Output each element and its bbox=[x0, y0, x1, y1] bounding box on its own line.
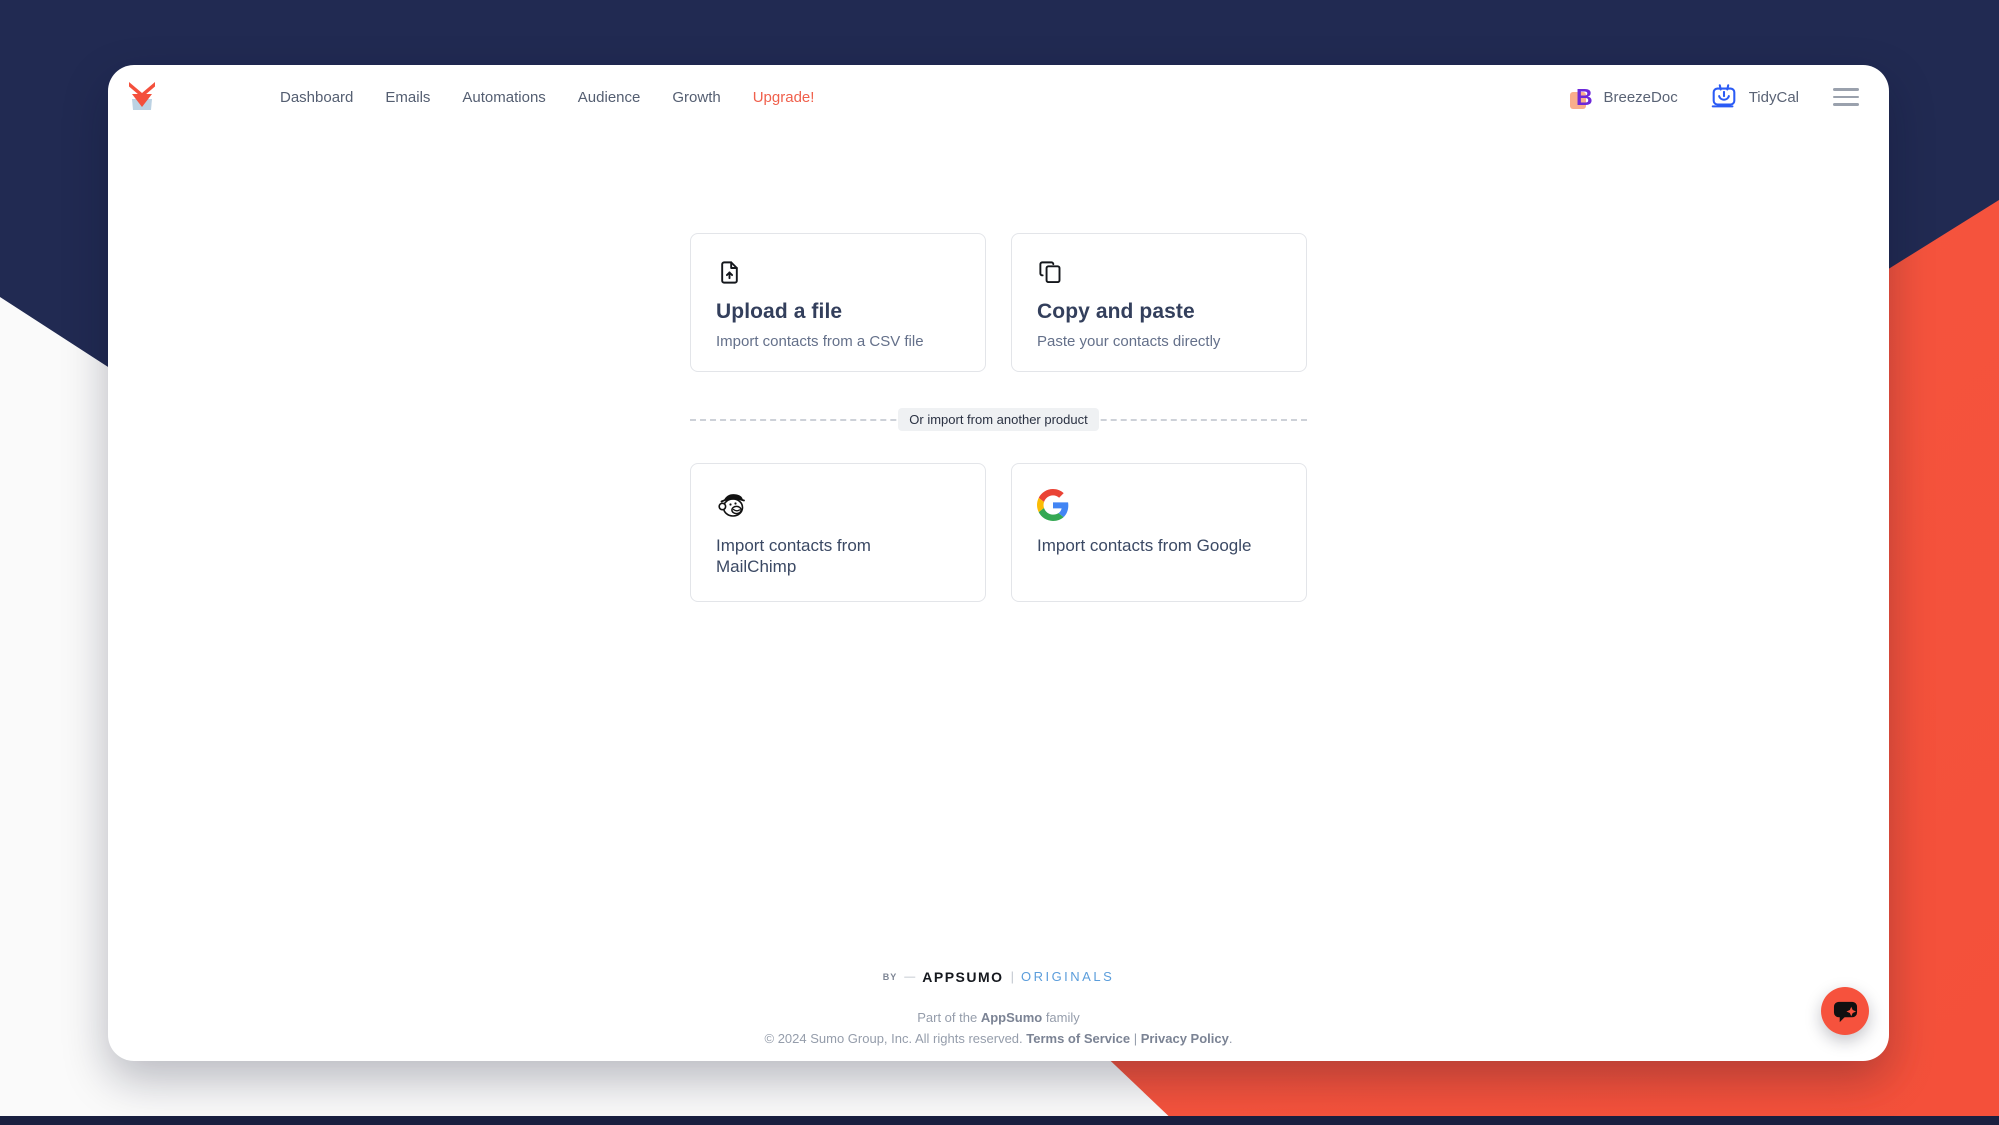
appsumo-originals-brandline[interactable]: BY — APPSUMO | ORIGINALS bbox=[108, 969, 1889, 985]
import-mailchimp-card[interactable]: Import contacts from MailChimp bbox=[690, 463, 986, 602]
import-options-section: Upload a file Import contacts from a CSV… bbox=[690, 233, 1307, 602]
family-suffix: family bbox=[1042, 1009, 1080, 1025]
header-right-links: B BreezeDoc TidyCal bbox=[1569, 82, 1864, 112]
terms-of-service-link[interactable]: Terms of Service bbox=[1026, 1031, 1130, 1046]
link-separator: | bbox=[1130, 1030, 1141, 1046]
footer-by-label: BY bbox=[882, 971, 898, 982]
family-prefix: Part of the bbox=[917, 1009, 981, 1025]
copyright-period: . bbox=[1228, 1030, 1233, 1046]
breezedoc-icon: B bbox=[1569, 84, 1593, 110]
primary-nav: Dashboard Emails Automations Audience Gr… bbox=[280, 89, 814, 106]
google-logo bbox=[1037, 489, 1281, 523]
appsumo-wordmark: APPSUMO bbox=[922, 968, 1004, 985]
chat-bubble-icon bbox=[1833, 1001, 1857, 1022]
file-upload-icon bbox=[716, 259, 960, 289]
nav-item-emails[interactable]: Emails bbox=[385, 89, 430, 106]
copy-paste-title: Copy and paste bbox=[1037, 300, 1195, 323]
top-navigation-bar: Dashboard Emails Automations Audience Gr… bbox=[108, 65, 1889, 129]
footer-separator: | bbox=[1010, 969, 1014, 985]
sendfox-fox-logo[interactable] bbox=[126, 82, 158, 112]
copy-icon bbox=[1037, 259, 1281, 289]
tidycal-label: TidyCal bbox=[1748, 88, 1799, 106]
originals-wordmark: ORIGINALS bbox=[1020, 969, 1115, 985]
copy-paste-card[interactable]: Copy and paste Paste your contacts direc… bbox=[1011, 233, 1307, 372]
chat-widget-launcher[interactable] bbox=[1821, 987, 1869, 1035]
import-mailchimp-label: Import contacts from MailChimp bbox=[716, 536, 871, 576]
product-import-row: Import contacts from MailChimp Import co… bbox=[690, 463, 1307, 602]
import-google-card[interactable]: Import contacts from Google bbox=[1011, 463, 1307, 602]
import-method-row: Upload a file Import contacts from a CSV… bbox=[690, 233, 1307, 372]
footer-dash: — bbox=[904, 970, 916, 983]
upload-file-title: Upload a file bbox=[716, 300, 843, 323]
svg-text:B: B bbox=[1576, 84, 1593, 110]
family-appsumo: AppSumo bbox=[980, 1009, 1043, 1025]
background-bottom-strip bbox=[0, 1116, 1999, 1125]
upload-file-card[interactable]: Upload a file Import contacts from a CSV… bbox=[690, 233, 986, 372]
tidycal-link[interactable]: TidyCal bbox=[1708, 82, 1799, 112]
import-google-label: Import contacts from Google bbox=[1037, 536, 1252, 555]
main-panel: Dashboard Emails Automations Audience Gr… bbox=[108, 65, 1889, 1061]
panel-footer: BY — APPSUMO | ORIGINALS Part of the App… bbox=[108, 969, 1889, 1049]
nav-item-dashboard[interactable]: Dashboard bbox=[280, 89, 353, 106]
nav-item-growth[interactable]: Growth bbox=[672, 89, 720, 106]
breezedoc-link[interactable]: B BreezeDoc bbox=[1569, 83, 1678, 111]
footer-copyright-line: © 2024 Sumo Group, Inc. All rights reser… bbox=[108, 1028, 1889, 1049]
copyright-text: © 2024 Sumo Group, Inc. All rights reser… bbox=[764, 1030, 1027, 1046]
nav-item-automations[interactable]: Automations bbox=[462, 89, 545, 106]
import-divider: Or import from another product bbox=[690, 407, 1307, 431]
breezedoc-label: BreezeDoc bbox=[1603, 88, 1678, 106]
mailchimp-logo bbox=[716, 489, 960, 523]
tidycal-icon bbox=[1711, 84, 1736, 108]
hamburger-menu-icon[interactable] bbox=[1829, 84, 1863, 109]
copy-paste-subtitle: Paste your contacts directly bbox=[1037, 333, 1221, 350]
upload-file-subtitle: Import contacts from a CSV file bbox=[716, 333, 924, 350]
nav-item-upgrade[interactable]: Upgrade! bbox=[753, 89, 815, 106]
footer-family-line: Part of the AppSumo family bbox=[108, 1007, 1889, 1028]
nav-item-audience[interactable]: Audience bbox=[578, 89, 641, 106]
privacy-policy-link[interactable]: Privacy Policy bbox=[1141, 1031, 1229, 1046]
divider-label: Or import from another product bbox=[898, 407, 1099, 431]
